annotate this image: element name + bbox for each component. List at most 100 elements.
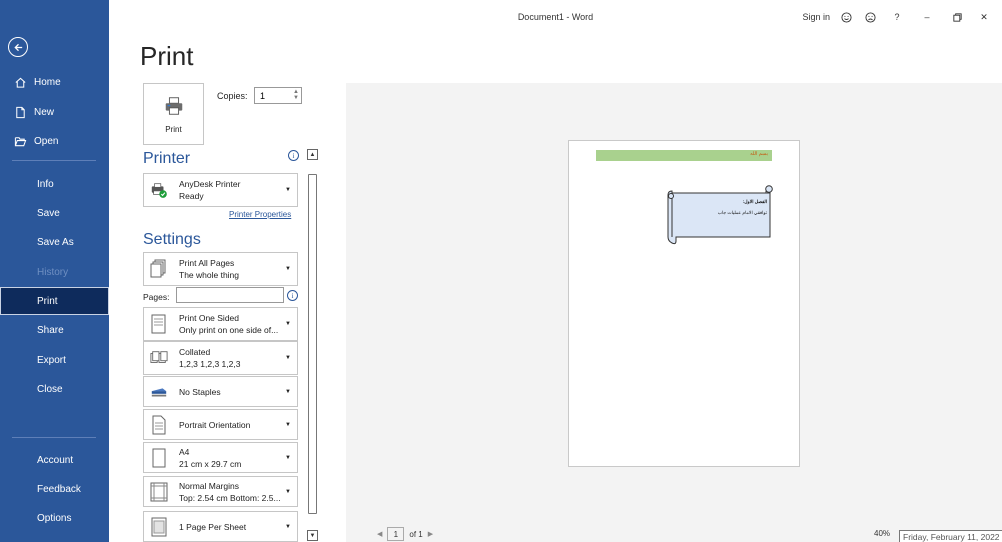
pages-per-sheet-text: 1 Page Per Sheet <box>179 521 247 532</box>
sidebar-item-info[interactable]: Info <box>0 170 109 198</box>
open-folder-icon <box>12 135 28 148</box>
print-range-dropdown[interactable]: Print All Pages The whole thing ▼ <box>143 252 298 286</box>
orientation-dropdown[interactable]: Portrait Orientation ▼ <box>143 409 298 440</box>
header-text: بسم الله <box>750 151 768 157</box>
copies-spin-arrows[interactable]: ▲ ▼ <box>293 89 299 101</box>
sidebar-item-save-as[interactable]: Save As <box>0 228 109 256</box>
close-button[interactable]: ✕ <box>972 9 996 25</box>
sidebar-item-open[interactable]: Open <box>0 127 109 155</box>
back-button[interactable] <box>8 37 28 57</box>
printer-heading: Printer <box>143 150 191 167</box>
print-button[interactable]: Print <box>143 83 204 145</box>
restore-button[interactable] <box>942 9 972 25</box>
collation-dropdown[interactable]: Collated 1,2,3 1,2,3 1,2,3 ▼ <box>143 341 298 375</box>
sides-dropdown[interactable]: Print One Sided Only print on one side of… <box>143 307 298 341</box>
copies-label: Copies: <box>217 91 248 101</box>
printer-status: Ready <box>179 191 204 201</box>
sidebar-item-label: New <box>34 106 55 118</box>
new-document-icon <box>12 106 28 119</box>
setting-line1: Print One Sided <box>179 313 240 323</box>
setting-line2: The whole thing <box>179 270 240 280</box>
sidebar-item-account[interactable]: Account <box>0 446 109 474</box>
page-count: of 1 <box>409 529 423 539</box>
staples-dropdown[interactable]: No Staples ▼ <box>143 376 298 407</box>
sidebar-divider <box>12 437 96 438</box>
setting-line2: Only print on one side of... <box>179 325 279 335</box>
margins-icon <box>149 482 169 502</box>
staples-text: No Staples <box>179 386 221 397</box>
copies-spinner[interactable]: 1 ▲ ▼ <box>254 87 302 104</box>
word-backstage-window: Home New Open Info Save Save As History … <box>0 0 1002 542</box>
pages-info-icon[interactable]: i <box>287 290 298 301</box>
setting-line2: 1,2,3 1,2,3 1,2,3 <box>179 359 241 369</box>
setting-line1: Normal Margins <box>179 480 239 491</box>
page-title: Print <box>140 41 194 71</box>
sidebar-item-label: Account <box>37 454 74 466</box>
sidebar-item-export[interactable]: Export <box>0 346 109 374</box>
sidebar-item-options[interactable]: Options <box>0 504 109 532</box>
sidebar-item-label: Home <box>34 76 61 88</box>
sidebar-item-save[interactable]: Save <box>0 199 109 227</box>
arrow-left-icon <box>13 43 22 51</box>
printer-ready-icon <box>149 180 169 200</box>
sidebar-item-share[interactable]: Share <box>0 316 109 344</box>
sidebar-item-new[interactable]: New <box>0 98 109 126</box>
paper-size-icon <box>149 448 169 468</box>
settings-scrollbar[interactable]: ▲ ▼ <box>307 149 319 542</box>
margins-dropdown[interactable]: Normal Margins Top: 2.54 cm Bottom: 2.5..… <box>143 476 298 507</box>
sidebar-item-label: Open <box>34 135 59 147</box>
current-page-input[interactable]: 1 <box>387 527 405 541</box>
collation-text: Collated 1,2,3 1,2,3 1,2,3 <box>179 346 240 370</box>
title-bar-controls: Sign in ? – ✕ <box>798 9 996 25</box>
sidebar-item-label: Share <box>37 324 64 336</box>
frown-feedback-icon[interactable] <box>858 9 882 25</box>
previous-page-button[interactable]: ◀ <box>377 530 382 538</box>
backstage-sidebar: Home New Open Info Save Save As History … <box>0 0 109 542</box>
chevron-down-icon: ▼ <box>285 454 291 461</box>
zoom-level[interactable]: 40% <box>874 529 890 538</box>
help-button[interactable]: ? <box>882 9 912 25</box>
pages-input[interactable] <box>176 287 284 303</box>
smile-feedback-icon[interactable] <box>834 9 858 25</box>
scroll-down-button[interactable]: ▼ <box>307 530 318 541</box>
sidebar-item-close[interactable]: Close <box>0 375 109 403</box>
sidebar-item-print[interactable]: Print <box>0 287 109 315</box>
printer-icon <box>165 97 182 115</box>
settings-heading: Settings <box>143 231 201 248</box>
header-banner: بسم الله <box>596 150 772 161</box>
pages-per-sheet-dropdown[interactable]: 1 Page Per Sheet ▼ <box>143 511 298 542</box>
printer-dropdown[interactable]: AnyDesk Printer Ready ▼ <box>143 173 298 207</box>
printer-info: AnyDesk Printer Ready <box>179 178 240 202</box>
sidebar-item-label: Info <box>37 178 54 190</box>
sidebar-item-label: Export <box>37 354 66 366</box>
minimize-button[interactable]: – <box>912 9 942 25</box>
chevron-down-icon: ▼ <box>285 266 291 272</box>
printer-properties-link[interactable]: Printer Properties <box>229 210 291 219</box>
copies-value: 1 <box>260 90 266 101</box>
scrollbar-thumb[interactable] <box>308 174 317 514</box>
chevron-down-icon: ▼ <box>285 355 291 361</box>
sidebar-item-feedback[interactable]: Feedback <box>0 475 109 503</box>
sides-text: Print One Sided Only print on one side of… <box>179 312 278 336</box>
print-button-label: Print <box>165 125 182 134</box>
setting-line1: Collated <box>179 347 211 357</box>
printer-name: AnyDesk Printer <box>179 179 241 189</box>
next-page-button[interactable]: ▶ <box>428 530 433 538</box>
scroll-up-button[interactable]: ▲ <box>307 149 318 160</box>
home-icon <box>12 76 28 89</box>
pages-label: Pages: <box>143 292 170 302</box>
sidebar-item-label: Print <box>37 295 58 307</box>
sidebar-item-label: Save As <box>37 236 74 248</box>
paper-size-dropdown[interactable]: A4 21 cm x 29.7 cm ▼ <box>143 442 298 473</box>
collated-pages-icon <box>149 348 169 368</box>
chevron-down-icon: ▼ <box>285 187 291 193</box>
pages-stack-icon <box>149 259 169 279</box>
chevron-down-icon: ▼ <box>285 321 291 327</box>
setting-line1: A4 <box>179 446 190 457</box>
sidebar-item-label: Save <box>37 207 60 219</box>
printer-info-icon[interactable]: i <box>288 150 299 161</box>
date-tooltip: Friday, February 11, 2022 <box>899 530 1002 542</box>
sign-in-link[interactable]: Sign in <box>798 9 834 25</box>
scroll-body-text: توافقي الامام عمليات جاب <box>717 210 767 215</box>
sidebar-item-home[interactable]: Home <box>0 68 109 96</box>
